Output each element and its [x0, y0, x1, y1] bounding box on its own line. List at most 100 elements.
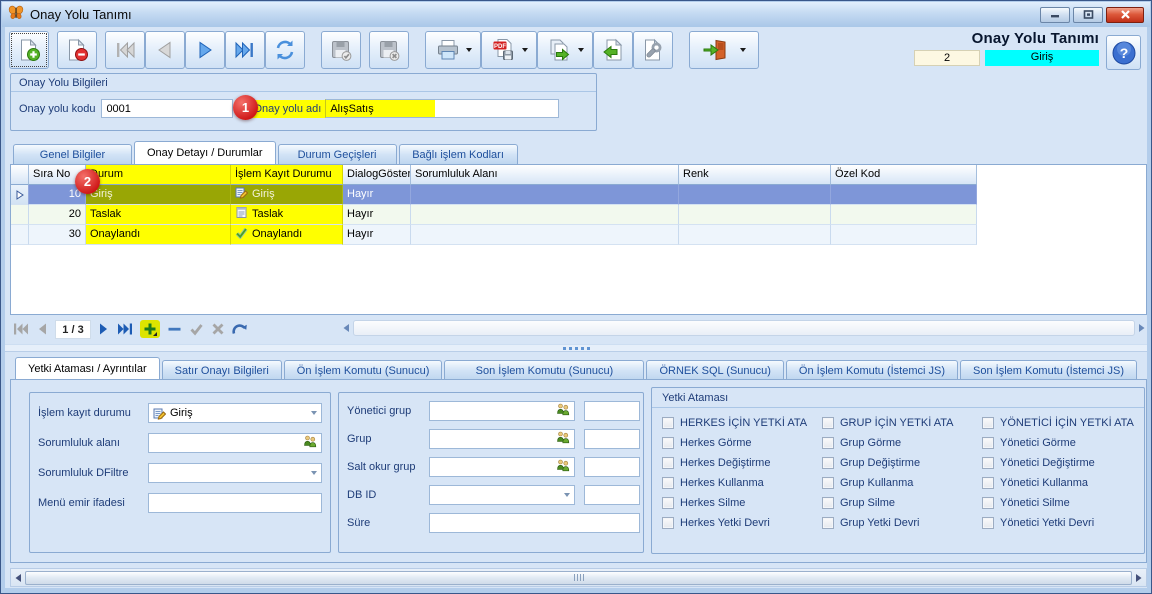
tab-son-islem-komutu-sunucu[interactable]: Son İşlem Komutu (Sunucu): [444, 360, 644, 380]
scroll-left-icon[interactable]: [341, 322, 351, 334]
checkbox-yonetici-degistirme[interactable]: Yönetici Değiştirme: [982, 457, 1140, 469]
scroll-right-icon[interactable]: [1134, 572, 1144, 584]
menu-emir-ifadesi-input[interactable]: [148, 493, 322, 513]
checkbox-grup-silme[interactable]: Grup Silme: [822, 497, 982, 509]
col-durum[interactable]: Durum: [86, 165, 231, 185]
checkbox-herkes-yetki-devri[interactable]: Herkes Yetki Devri: [662, 517, 822, 529]
checkbox-grup-gorme[interactable]: Grup Görme: [822, 437, 982, 449]
cell-dialog-goster[interactable]: Hayır: [343, 185, 411, 205]
exit-button[interactable]: [689, 31, 759, 69]
users-lookup-icon[interactable]: [556, 459, 570, 475]
cell-dialog-goster[interactable]: Hayır: [343, 225, 411, 245]
close-button[interactable]: [1106, 7, 1144, 23]
minimize-button[interactable]: [1040, 7, 1070, 23]
users-lookup-icon[interactable]: [303, 435, 317, 451]
save-cancel-button[interactable]: [369, 31, 409, 69]
tab-bagli-islem-kodlari[interactable]: Bağlı işlem Kodları: [399, 144, 518, 164]
first-record-button[interactable]: [105, 31, 145, 69]
tab-on-islem-komutu-sunucu[interactable]: Ön İşlem Komutu (Sunucu): [284, 360, 443, 380]
checkbox-yonetici-gorme[interactable]: Yönetici Görme: [982, 437, 1140, 449]
salt-okur-grup-id-input[interactable]: [584, 457, 640, 477]
cell-sorumluluk-alani[interactable]: [411, 185, 679, 205]
tab-son-islem-komutu-istemci-js[interactable]: Son İşlem Komutu (İstemci JS): [960, 360, 1137, 380]
cell-sorumluluk-alani[interactable]: [411, 205, 679, 225]
scrollbar-thumb[interactable]: [25, 571, 1132, 585]
scroll-right-icon[interactable]: [1137, 322, 1147, 334]
sure-input[interactable]: [429, 513, 640, 533]
settings-button[interactable]: [633, 31, 673, 69]
yonetici-grup-input[interactable]: [429, 401, 575, 421]
panel-splitter[interactable]: [5, 344, 1147, 352]
cell-sira-no[interactable]: 20: [29, 205, 86, 225]
grid-row-onaylandi[interactable]: 30 Onaylandı Onaylandı Hayır: [11, 225, 1146, 245]
next-record-button[interactable]: [185, 31, 225, 69]
refresh-button[interactable]: [265, 31, 305, 69]
new-record-button[interactable]: [9, 31, 49, 69]
grid-horizontal-scrollbar[interactable]: [341, 318, 1147, 338]
checkbox-grup-yetki-devri[interactable]: Grup Yetki Devri: [822, 517, 982, 529]
cell-ozel-kod[interactable]: [831, 205, 977, 225]
checkbox-yonetici-kullanma[interactable]: Yönetici Kullanma: [982, 477, 1140, 489]
cell-renk[interactable]: [679, 225, 831, 245]
cell-sira-no[interactable]: 30: [29, 225, 86, 245]
col-sorumluluk-alani[interactable]: Sorumluluk Alanı: [411, 165, 679, 185]
tab-on-islem-komutu-istemci-js[interactable]: Ön İşlem Komutu (İstemci JS): [786, 360, 958, 380]
cell-ozel-kod[interactable]: [831, 185, 977, 205]
nav-previous-icon[interactable]: [36, 322, 48, 336]
grid-row-taslak[interactable]: 20 Taslak Taslak Hayır: [11, 205, 1146, 225]
nav-confirm-icon[interactable]: [189, 322, 204, 336]
users-lookup-icon[interactable]: [556, 431, 570, 447]
cell-dialog-goster[interactable]: Hayır: [343, 205, 411, 225]
checkbox-yonetici-yetki-devri[interactable]: Yönetici Yetki Devri: [982, 517, 1140, 529]
checkbox-yonetici-silme[interactable]: Yönetici Silme: [982, 497, 1140, 509]
scroll-track[interactable]: [353, 320, 1135, 336]
checkbox-herkes-degistirme[interactable]: Herkes Değiştirme: [662, 457, 822, 469]
sorumluluk-alani-input[interactable]: [148, 433, 322, 453]
print-button[interactable]: [425, 31, 481, 69]
cell-renk[interactable]: [679, 205, 831, 225]
checkbox-herkes-icin-yetki-ata[interactable]: HERKES İÇİN YETKİ ATA: [662, 417, 822, 429]
tab-satir-onayi-bilgileri[interactable]: Satır Onayı Bilgileri: [162, 360, 282, 380]
nav-last-icon[interactable]: [117, 322, 133, 336]
checkbox-grup-icin-yetki-ata[interactable]: GRUP İÇİN YETKİ ATA: [822, 417, 982, 429]
salt-okur-grup-input[interactable]: [429, 457, 575, 477]
cell-renk[interactable]: [679, 185, 831, 205]
onay-yolu-kodu-input[interactable]: [101, 99, 233, 118]
tab-durum-gecisleri[interactable]: Durum Geçişleri: [278, 144, 397, 164]
cell-islem-kayit[interactable]: Taslak: [231, 205, 343, 225]
grup-input[interactable]: [429, 429, 575, 449]
grup-id-input[interactable]: [584, 429, 640, 449]
checkbox-herkes-kullanma[interactable]: Herkes Kullanma: [662, 477, 822, 489]
islem-kayit-durumu-combo[interactable]: Giriş: [148, 403, 322, 423]
cell-islem-kayit[interactable]: Giriş: [231, 185, 343, 205]
sorumluluk-dfiltre-combo[interactable]: [148, 463, 322, 483]
col-dialog-goster[interactable]: DialogGöster: [343, 165, 411, 185]
nav-first-icon[interactable]: [13, 322, 29, 336]
import-button[interactable]: [593, 31, 633, 69]
checkbox-herkes-gorme[interactable]: Herkes Görme: [662, 437, 822, 449]
window-horizontal-scrollbar[interactable]: [10, 568, 1147, 587]
delete-record-button[interactable]: [57, 31, 97, 69]
help-button[interactable]: ?: [1106, 35, 1141, 70]
scroll-left-icon[interactable]: [13, 572, 23, 584]
cell-durum[interactable]: Taslak: [86, 205, 231, 225]
tab-genel-bilgiler[interactable]: Genel Bilgiler: [13, 144, 132, 164]
last-record-button[interactable]: [225, 31, 265, 69]
previous-record-button[interactable]: [145, 31, 185, 69]
nav-next-icon[interactable]: [98, 322, 110, 336]
users-lookup-icon[interactable]: [556, 403, 570, 419]
checkbox-grup-degistirme[interactable]: Grup Değiştirme: [822, 457, 982, 469]
onay-yolu-adi-input[interactable]: [325, 99, 559, 118]
db-id-combo[interactable]: [429, 485, 575, 505]
copy-export-button[interactable]: [537, 31, 593, 69]
db-id-extra-input[interactable]: [584, 485, 640, 505]
col-islem-kayit-durumu[interactable]: İşlem Kayıt Durumu: [231, 165, 343, 185]
cell-sorumluluk-alani[interactable]: [411, 225, 679, 245]
yonetici-grup-id-input[interactable]: [584, 401, 640, 421]
nav-refresh-icon[interactable]: [232, 322, 248, 336]
nav-delete-row-icon[interactable]: [167, 322, 182, 336]
save-button[interactable]: [321, 31, 361, 69]
tab-yetki-atamasi-ayrintilar[interactable]: Yetki Ataması / Ayrıntılar: [15, 357, 160, 380]
pdf-export-button[interactable]: PDF: [481, 31, 537, 69]
nav-cancel-icon[interactable]: [211, 322, 225, 336]
